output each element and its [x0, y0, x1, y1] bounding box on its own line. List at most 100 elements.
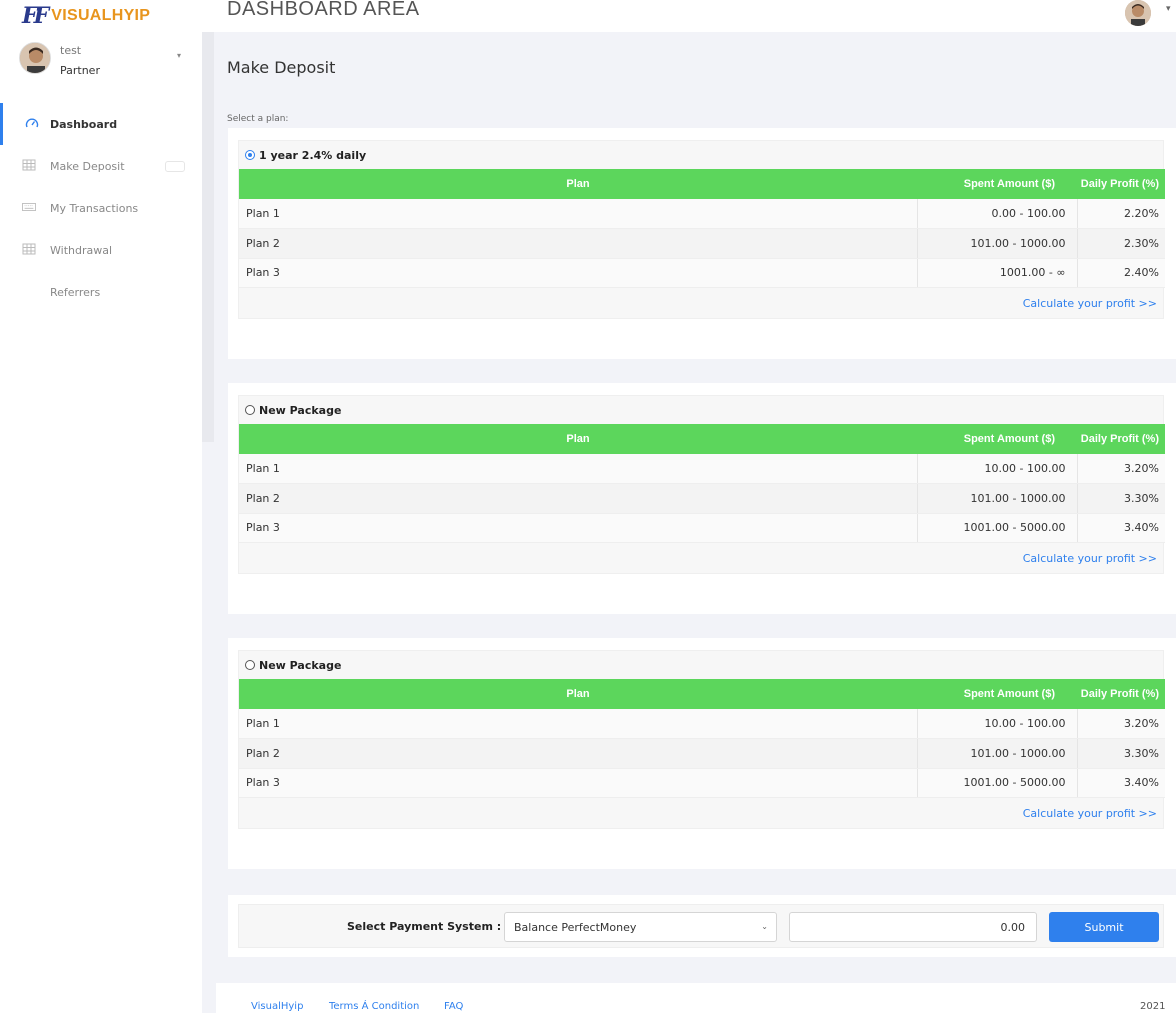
sidebar-item-referrers[interactable]: Referrers: [0, 271, 202, 313]
column-header-plan: Plan: [239, 169, 917, 199]
cell-amount: 101.00 - 1000.00: [917, 228, 1078, 259]
sidebar-item-my-transactions[interactable]: My Transactions: [0, 187, 202, 229]
cell-amount: 10.00 - 100.00: [917, 454, 1078, 484]
chevron-down-icon: ⌄: [761, 922, 768, 931]
sidebar-item-dashboard[interactable]: Dashboard: [0, 103, 202, 145]
footer-year: 2021: [1140, 1001, 1166, 1012]
cell-profit: 3.20%: [1077, 454, 1165, 484]
cell-plan: Plan 2: [239, 483, 918, 514]
grid-icon: [22, 243, 36, 255]
payment-panel: Select Payment System : Balance PerfectM…: [238, 904, 1164, 948]
page-heading: DASHBOARD AREA: [227, 0, 420, 20]
cell-profit: 3.40%: [1077, 513, 1165, 543]
cell-profit: 2.20%: [1077, 199, 1165, 229]
plan-panel: 1 year 2.4% daily Plan Spent Amount ($) …: [238, 140, 1165, 319]
plan-option[interactable]: 1 year 2.4% daily: [239, 141, 1163, 169]
table-row: Plan 2 101.00 - 1000.00 2.30%: [239, 228, 1165, 259]
plan-table: Plan Spent Amount ($) Daily Profit (%) P…: [239, 424, 1165, 543]
column-header-amount: Spent Amount ($): [917, 679, 1077, 709]
amount-input[interactable]: [789, 912, 1037, 942]
payment-system-label: Select Payment System :: [347, 920, 502, 933]
sidebar-item-label: Make Deposit: [50, 159, 125, 173]
table-row: Plan 3 1001.00 - 5000.00 3.40%: [239, 768, 1165, 798]
plan-panel: New Package Plan Spent Amount ($) Daily …: [238, 650, 1165, 829]
plan-table: Plan Spent Amount ($) Daily Profit (%) P…: [239, 679, 1165, 798]
cell-amount: 101.00 - 1000.00: [917, 483, 1078, 514]
cell-plan: Plan 3: [239, 258, 918, 288]
submit-button[interactable]: Submit: [1049, 912, 1159, 942]
cell-profit: 3.30%: [1077, 483, 1165, 514]
plan-option[interactable]: New Package: [239, 651, 1163, 679]
sidebar-item-label: My Transactions: [50, 201, 139, 215]
logo-text: VISUALHYIP: [51, 7, 151, 24]
logo-mark: FF: [22, 3, 49, 29]
sidebar-item-make-deposit[interactable]: Make Deposit: [0, 145, 202, 187]
table-row: Plan 2 101.00 - 1000.00 3.30%: [239, 483, 1165, 514]
sidebar-item-withdrawal[interactable]: Withdrawal: [0, 229, 202, 271]
cell-plan: Plan 1: [239, 454, 918, 484]
cell-plan: Plan 3: [239, 513, 918, 543]
column-header-amount: Spent Amount ($): [917, 169, 1077, 199]
plan-name: New Package: [259, 403, 342, 417]
plan-table: Plan Spent Amount ($) Daily Profit (%) P…: [239, 169, 1165, 288]
table-row: Plan 1 0.00 - 100.00 2.20%: [239, 199, 1165, 229]
column-header-profit: Daily Profit (%): [1077, 424, 1165, 454]
profile-role: Partner: [60, 64, 100, 77]
user-profile[interactable]: test Partner ▾: [19, 42, 189, 82]
user-avatar[interactable]: [1125, 0, 1151, 26]
grid-icon: [22, 159, 36, 171]
plan-name: New Package: [259, 658, 342, 672]
plan-name: 1 year 2.4% daily: [259, 148, 367, 162]
plan-radio[interactable]: [245, 660, 255, 670]
keyboard-icon: [22, 203, 36, 211]
cell-amount: 101.00 - 1000.00: [917, 738, 1078, 769]
select-plan-label: Select a plan:: [227, 114, 289, 124]
cell-plan: Plan 3: [239, 768, 918, 798]
cell-plan: Plan 1: [239, 199, 918, 229]
column-header-plan: Plan: [239, 424, 917, 454]
plan-panel: New Package Plan Spent Amount ($) Daily …: [238, 395, 1165, 574]
calc-row: Calculate your profit >>: [239, 288, 1163, 318]
table-row: Plan 2 101.00 - 1000.00 3.30%: [239, 738, 1165, 769]
cell-profit: 3.30%: [1077, 738, 1165, 769]
cell-amount: 1001.00 - ∞: [917, 258, 1078, 288]
nav-badge: [165, 161, 185, 172]
sidebar-item-label: Withdrawal: [50, 243, 113, 257]
payment-card: Select Payment System : Balance PerfectM…: [228, 895, 1176, 957]
payment-system-select[interactable]: Balance PerfectMoney ⌄: [504, 912, 777, 942]
cell-plan: Plan 2: [239, 738, 918, 769]
sidebar-item-label: Dashboard: [50, 117, 118, 131]
sidebar-scrollbar[interactable]: [202, 32, 214, 442]
plan-card: New Package Plan Spent Amount ($) Daily …: [228, 383, 1176, 614]
plan-card: 1 year 2.4% daily Plan Spent Amount ($) …: [228, 128, 1176, 359]
avatar: [19, 42, 51, 74]
dashboard-gauge-icon: [25, 118, 39, 128]
plan-radio[interactable]: [245, 150, 255, 160]
footer-link-terms[interactable]: Terms Á Condition: [329, 1001, 419, 1012]
calculate-profit-link[interactable]: Calculate your profit >>: [1023, 552, 1157, 565]
column-header-profit: Daily Profit (%): [1077, 169, 1165, 199]
cell-plan: Plan 2: [239, 228, 918, 259]
table-row: Plan 3 1001.00 - ∞ 2.40%: [239, 258, 1165, 288]
chevron-down-icon[interactable]: ▾: [1166, 4, 1171, 14]
sidebar-item-label: Referrers: [50, 285, 101, 299]
column-header-plan: Plan: [239, 679, 917, 709]
calculate-profit-link[interactable]: Calculate your profit >>: [1023, 297, 1157, 310]
calculate-profit-link[interactable]: Calculate your profit >>: [1023, 807, 1157, 820]
cell-amount: 1001.00 - 5000.00: [917, 513, 1078, 543]
plan-radio[interactable]: [245, 405, 255, 415]
table-row: Plan 3 1001.00 - 5000.00 3.40%: [239, 513, 1165, 543]
payment-system-value: Balance PerfectMoney: [514, 920, 637, 934]
footer-link-visualhyip[interactable]: VisualHyip: [251, 1001, 303, 1012]
footer-link-faq[interactable]: FAQ: [444, 1001, 463, 1012]
top-bar: FF VISUALHYIP DASHBOARD AREA ▾: [0, 0, 1176, 32]
column-header-amount: Spent Amount ($): [917, 424, 1077, 454]
cell-amount: 10.00 - 100.00: [917, 709, 1078, 739]
chevron-down-icon[interactable]: ▾: [177, 51, 181, 60]
calc-row: Calculate your profit >>: [239, 543, 1163, 573]
brand-logo[interactable]: FF VISUALHYIP: [22, 3, 151, 29]
cell-profit: 3.20%: [1077, 709, 1165, 739]
plan-option[interactable]: New Package: [239, 396, 1163, 424]
table-row: Plan 1 10.00 - 100.00 3.20%: [239, 709, 1165, 739]
cell-plan: Plan 1: [239, 709, 918, 739]
